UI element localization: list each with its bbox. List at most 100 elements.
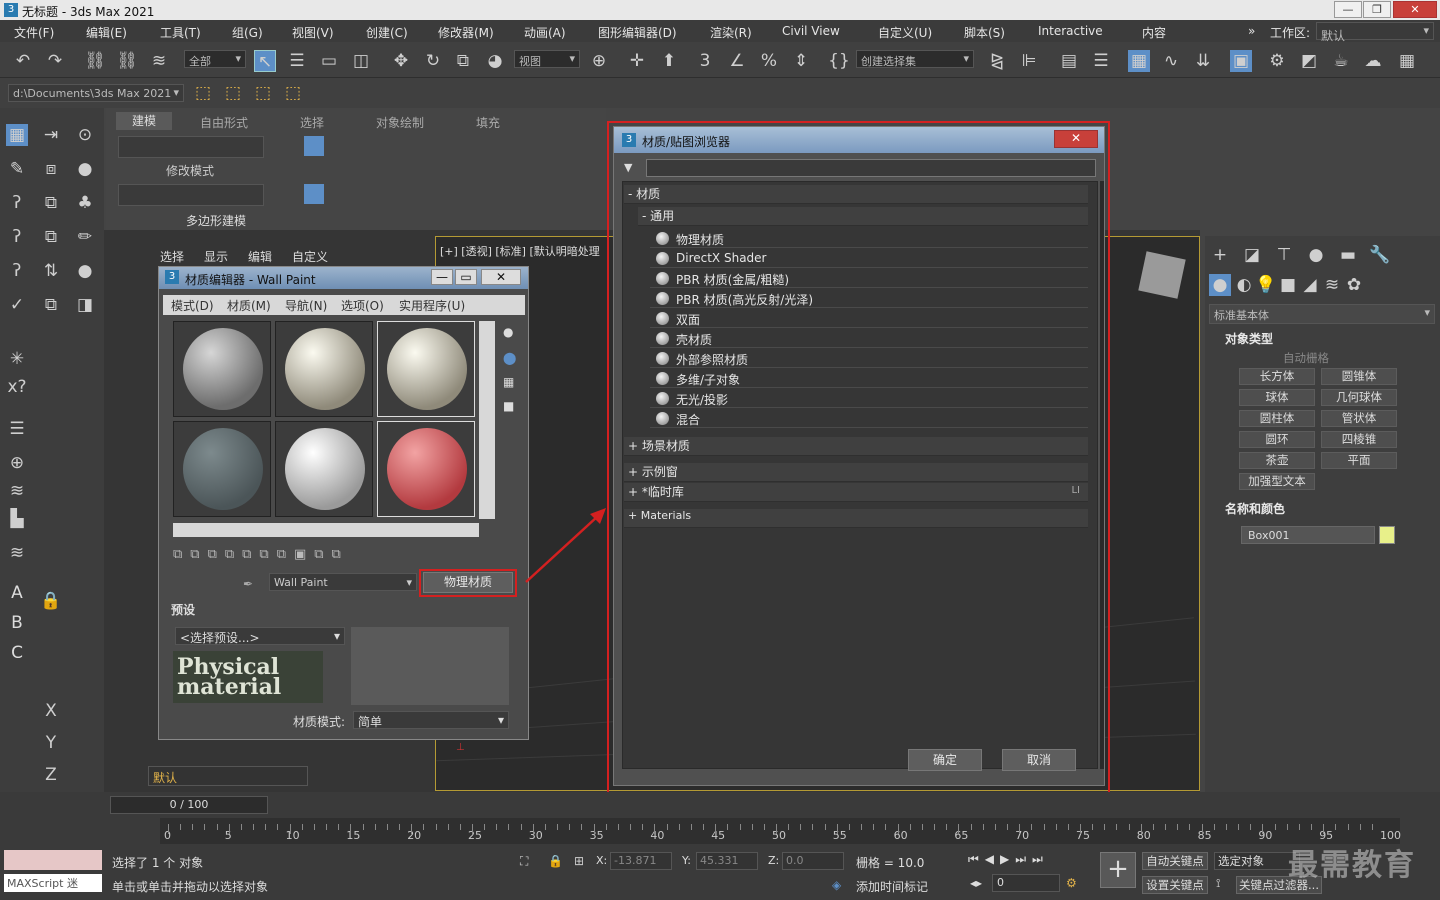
medit-menu-navigation[interactable]: 导航(N) <box>285 297 327 314</box>
window-crossing-icon[interactable]: ◫ <box>350 50 372 72</box>
project-folder-icon[interactable]: ⬚ <box>192 82 214 104</box>
spinner-snap-icon[interactable]: ⇕ <box>790 50 812 72</box>
minimize-button[interactable]: — <box>1334 1 1362 18</box>
spacewarps-icon[interactable]: ≋ <box>1321 274 1343 296</box>
tree-icon[interactable]: ♣ <box>74 192 96 214</box>
edge-icon[interactable] <box>304 136 324 156</box>
viewcube-icon[interactable] <box>1138 251 1186 299</box>
link-icon[interactable]: ⛓ <box>84 50 106 72</box>
close-button[interactable]: ✕ <box>1393 1 1437 18</box>
menu-scripting[interactable]: 脚本(S) <box>964 24 1005 41</box>
time-slider[interactable]: 0 / 100 <box>110 796 268 814</box>
browser-search-input[interactable] <box>646 159 1096 177</box>
plane-button[interactable]: 平面 <box>1321 452 1397 469</box>
ball-tool-icon[interactable]: ● <box>74 260 96 282</box>
pencil-tool-icon[interactable]: ✏ <box>74 226 96 248</box>
key-filter-icon[interactable]: ⟟ <box>1216 876 1220 891</box>
utilities-tab-icon[interactable]: 🔧 <box>1369 244 1391 266</box>
box-tool-icon[interactable]: ⧉ <box>40 192 62 214</box>
angle-snap-icon[interactable]: ∠ <box>726 50 748 72</box>
scene-tab-edit[interactable]: 编辑 <box>248 248 272 265</box>
background-icon[interactable]: ▦ <box>503 375 514 389</box>
material-toolbar-icons[interactable]: ⧉⧉⧉⧉⧉⧉⧉▣⧉⧉ <box>173 547 513 567</box>
menu-graph-editors[interactable]: 图形编辑器(D) <box>598 24 677 41</box>
snaps-toggle-icon[interactable]: 3 <box>694 50 716 72</box>
hierarchy-tab-icon[interactable]: ⊤ <box>1273 244 1295 266</box>
category-scene-materials[interactable]: + 场景材质 <box>624 437 1088 456</box>
material-list-item[interactable]: 物理材质 <box>650 229 1088 248</box>
rect-selection-icon[interactable]: ▭ <box>318 50 340 72</box>
select-manipulate-icon[interactable]: ✛ <box>626 50 648 72</box>
y-coordinate-field[interactable]: 45.331 <box>696 852 758 870</box>
check-shape-icon[interactable]: ✓ <box>6 294 28 316</box>
move-icon[interactable]: ✥ <box>390 50 412 72</box>
sort-icon[interactable]: ⇅ <box>40 260 62 282</box>
material-mode-dropdown[interactable]: 简单 ▾ <box>353 711 509 729</box>
teapot-button[interactable]: 茶壶 <box>1239 452 1315 469</box>
scene-tab-customize[interactable]: 自定义 <box>292 248 328 265</box>
lock-selection-icon[interactable]: 🔒 <box>548 854 563 868</box>
time-config-icon[interactable]: ⚙ <box>1066 876 1077 890</box>
menu-content[interactable]: 内容 <box>1142 24 1166 41</box>
set-key-icon[interactable]: + <box>1100 852 1136 888</box>
select-by-name-icon[interactable]: ☰ <box>286 50 308 72</box>
edit-named-sel-icon[interactable]: {} <box>828 50 850 72</box>
scene-explorer-icon[interactable]: ▦ <box>1128 50 1150 72</box>
preset-dropdown[interactable]: <选择预设...> ▾ <box>175 627 345 645</box>
grid-tool-icon[interactable]: ▦ <box>6 124 28 146</box>
geosphere-button[interactable]: 几何球体 <box>1321 389 1397 406</box>
a-letter-icon[interactable]: A <box>6 582 28 604</box>
subobject-buttons[interactable] <box>118 136 264 158</box>
y-axis-icon[interactable]: Y <box>40 732 62 754</box>
rendered-frame-icon[interactable]: ◩ <box>1298 50 1320 72</box>
scale-icon[interactable]: ⧉ <box>452 50 474 72</box>
curve-editor-icon[interactable]: ∿ <box>1160 50 1182 72</box>
set-key-button[interactable]: 设置关键点 <box>1142 876 1208 894</box>
layer-explorer-icon[interactable]: ▤ <box>1058 50 1080 72</box>
script-listener-pink[interactable] <box>4 850 102 870</box>
backlight-icon[interactable]: ⬤ <box>503 351 516 365</box>
abs-mode-icon[interactable]: ⊞ <box>574 854 584 868</box>
x-axis-icon[interactable]: X <box>40 700 62 722</box>
cameras-icon[interactable]: ■ <box>1277 274 1299 296</box>
ribbon-tab-modeling[interactable]: 建模 <box>116 112 172 130</box>
bind-spacewarp-icon[interactable]: ≋ <box>148 50 170 72</box>
sphere-button[interactable]: 球体 <box>1239 389 1315 406</box>
folder-settings-icon[interactable]: ⬚ <box>282 82 304 104</box>
rotate-icon[interactable]: ↻ <box>422 50 444 72</box>
sample-slots-scrollbar[interactable] <box>479 321 495 519</box>
object-name-field[interactable]: Box001 <box>1241 526 1375 544</box>
material-list-item[interactable]: 混合 <box>650 409 1088 428</box>
layer-dropdown[interactable]: 默认 <box>148 766 308 786</box>
material-list-item[interactable]: 外部参照材质 <box>650 349 1088 368</box>
render-icon[interactable]: ☕ <box>1330 50 1352 72</box>
maximize-button[interactable]: ❐ <box>1363 1 1391 18</box>
menu-animation[interactable]: 动画(A) <box>524 24 566 41</box>
category-materials[interactable]: - 材质 <box>624 185 1088 204</box>
category-general[interactable]: - 通用 <box>638 207 1088 226</box>
z-axis-icon[interactable]: Z <box>40 764 62 786</box>
auto-key-button[interactable]: 自动关键点 <box>1142 852 1208 870</box>
xyz-icon[interactable]: x? <box>6 376 28 398</box>
cylinder-button[interactable]: 圆柱体 <box>1239 410 1315 427</box>
material-list-item[interactable]: PBR 材质(高光反射/光泽) <box>650 289 1088 308</box>
lights-icon[interactable]: 💡 <box>1255 274 1277 296</box>
sample-slot-1[interactable] <box>173 321 271 417</box>
placement-icon[interactable]: ◕ <box>484 50 506 72</box>
scene-tab-select[interactable]: 选择 <box>160 248 184 265</box>
shapes-icon[interactable]: ◐ <box>1233 274 1255 296</box>
pivot-center-icon[interactable]: ⊕ <box>588 50 610 72</box>
menu-view[interactable]: 视图(V) <box>292 24 334 41</box>
current-frame-field[interactable]: 0 <box>992 874 1060 892</box>
menu-group[interactable]: 组(G) <box>232 24 263 41</box>
name-color-title[interactable]: 名称和颜色 <box>1225 500 1285 517</box>
save-folder-icon[interactable]: ⬚ <box>252 82 274 104</box>
view-tool-icon[interactable]: ◨ <box>74 294 96 316</box>
render-cloud-icon[interactable]: ☁ <box>1362 50 1384 72</box>
keyboard-shortcut-icon[interactable]: ⬆ <box>658 50 680 72</box>
display-tab-icon[interactable]: ▬ <box>1337 244 1359 266</box>
menu-rendering[interactable]: 渲染(R) <box>710 24 752 41</box>
menu-create[interactable]: 创建(C) <box>366 24 408 41</box>
menu-civil-view[interactable]: Civil View <box>782 24 840 38</box>
ribbon-tab-object-paint[interactable]: 对象绘制 <box>376 114 424 131</box>
